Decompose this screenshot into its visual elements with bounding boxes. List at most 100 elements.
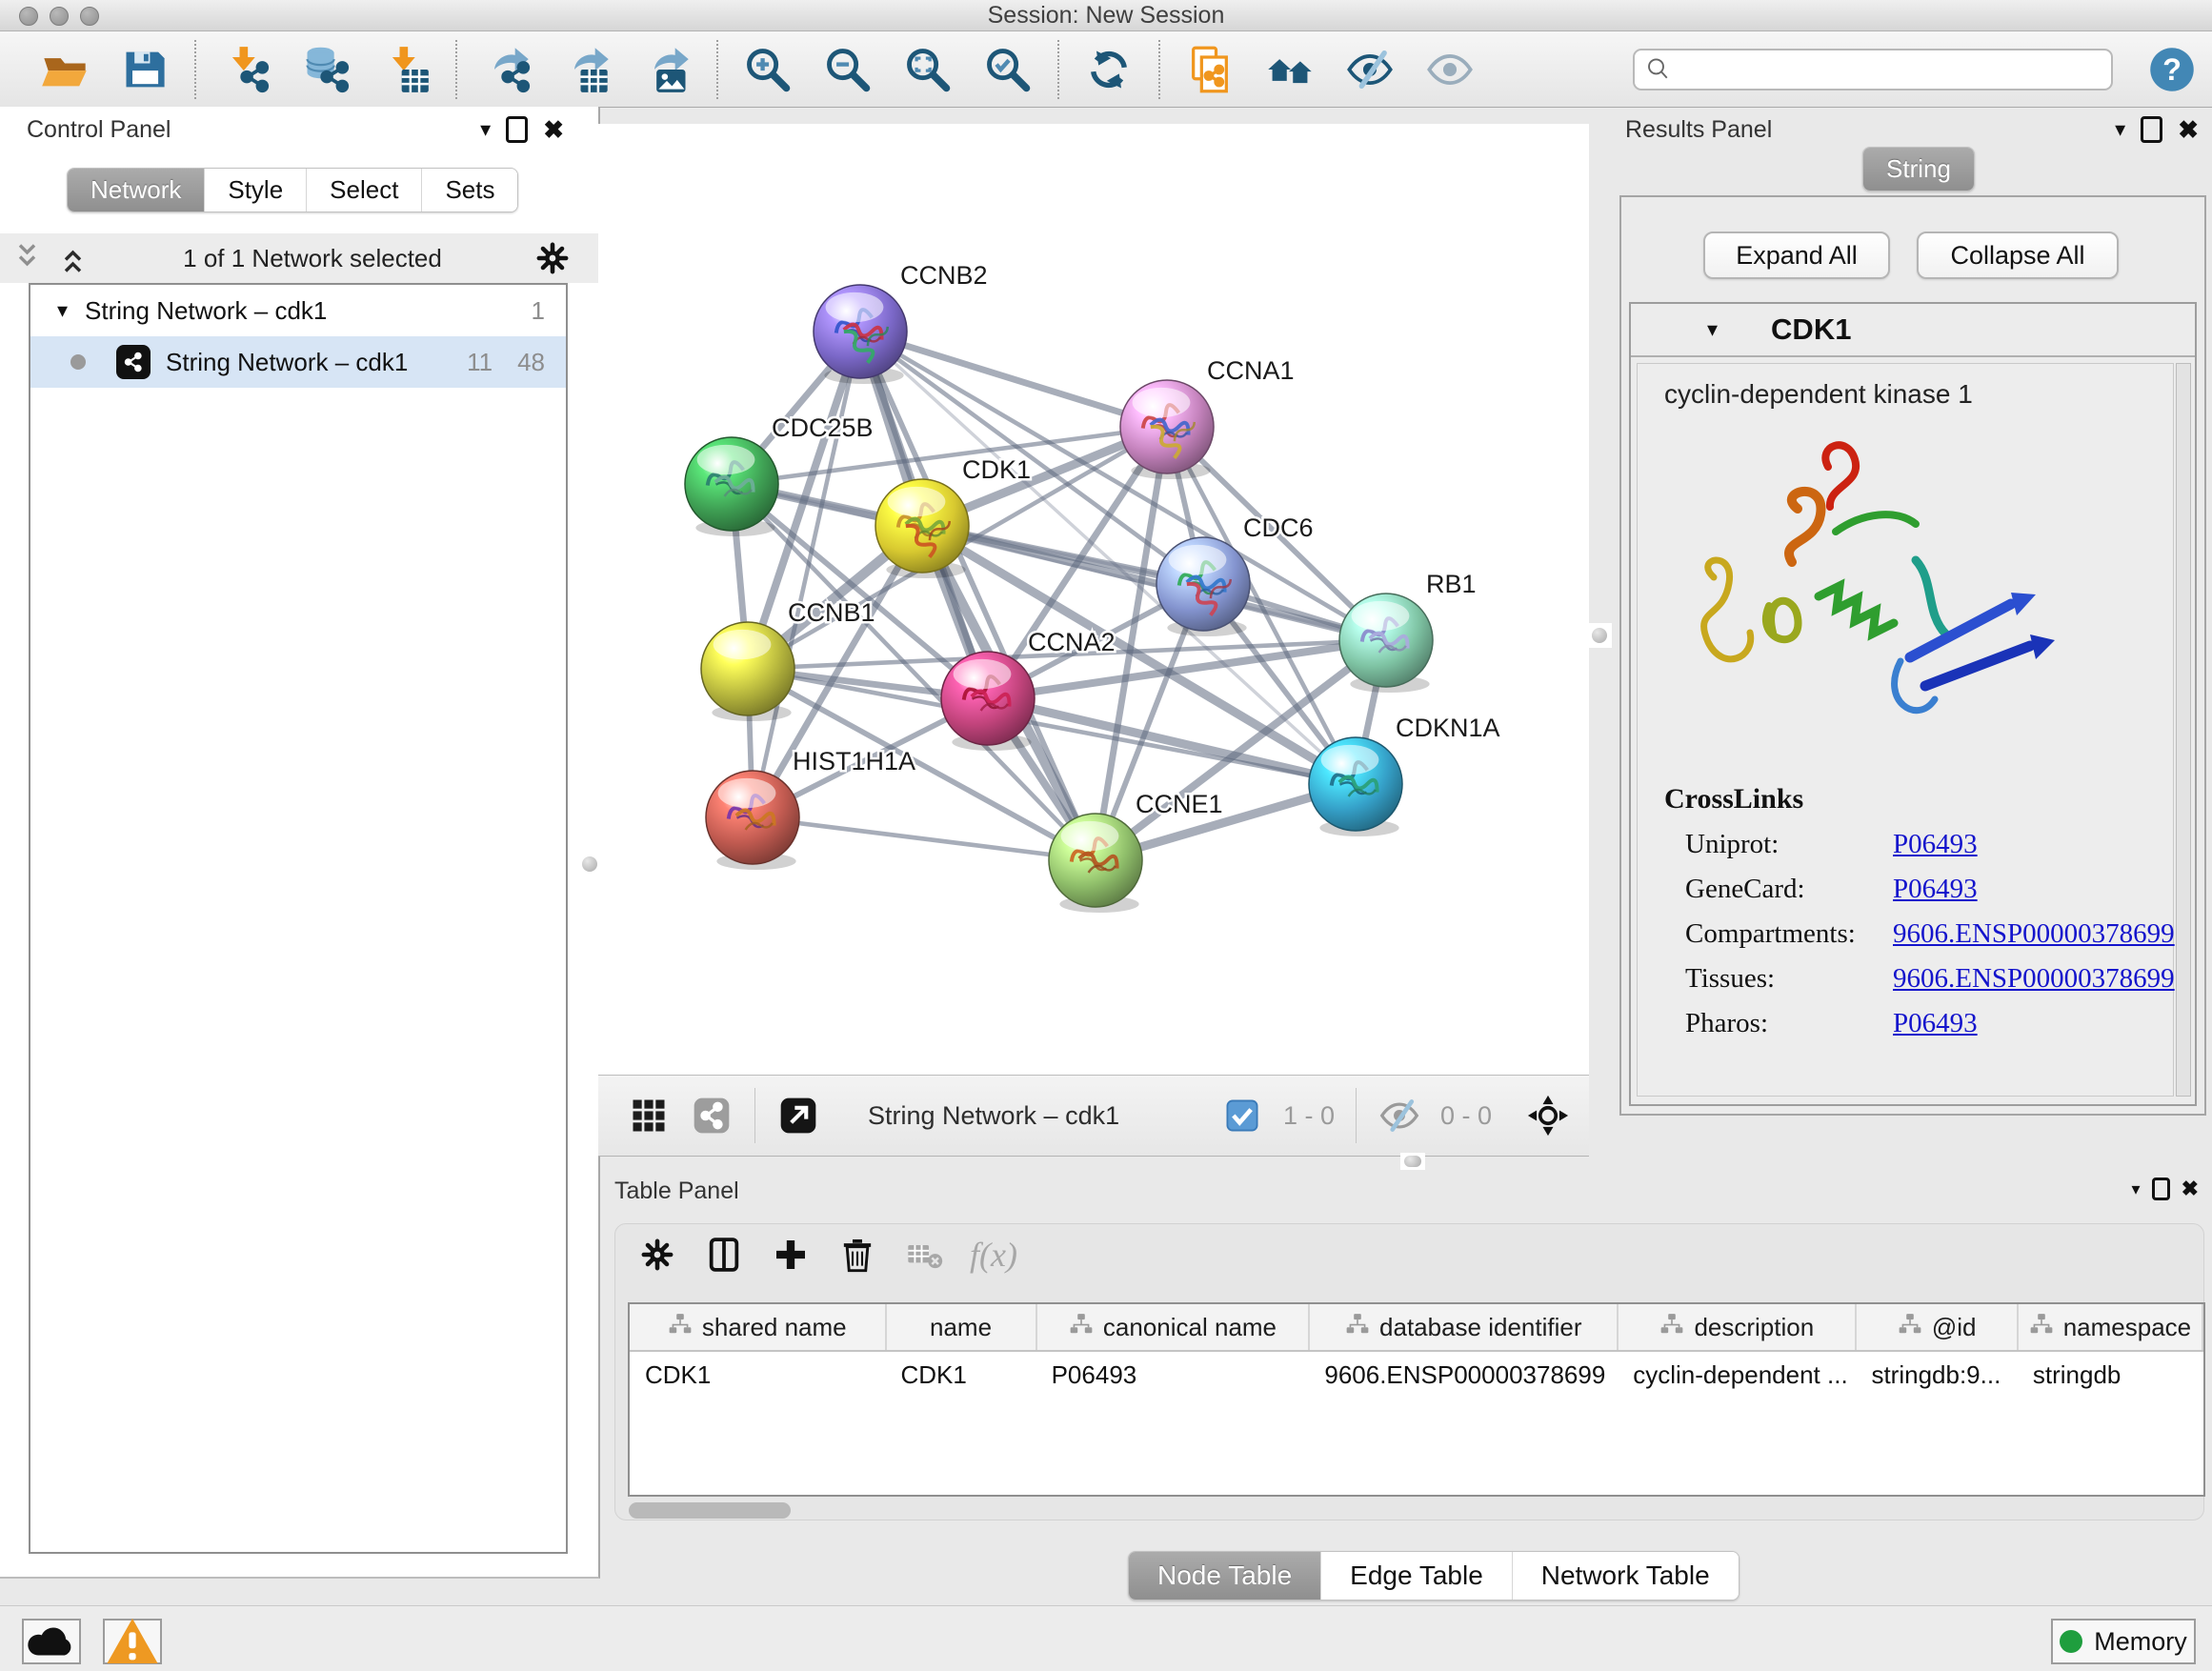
crosslink-tissues[interactable]: 9606.ENSP00000378699 — [1893, 963, 2175, 995]
tab-edge-table[interactable]: Edge Table — [1321, 1552, 1513, 1600]
help-icon[interactable]: ? — [2145, 43, 2199, 96]
crosslink-genecard[interactable]: P06493 — [1893, 874, 1978, 905]
warnings-button[interactable] — [103, 1619, 162, 1664]
cloud-status-button[interactable] — [22, 1619, 81, 1664]
network-node-CCNB1[interactable] — [701, 622, 794, 721]
left-splitter-handle[interactable] — [577, 852, 602, 876]
save-session-icon[interactable] — [118, 43, 171, 96]
panel-menu-icon[interactable]: ▾ — [480, 119, 491, 140]
float-panel-icon[interactable] — [2141, 116, 2162, 143]
crosslink-uniprot[interactable]: P06493 — [1893, 829, 1978, 860]
network-edge[interactable] — [753, 817, 1096, 860]
table-cell[interactable]: P06493 — [1036, 1351, 1310, 1399]
panel-menu-icon[interactable]: ▾ — [2132, 1180, 2141, 1198]
network-node-CCNA1[interactable] — [1120, 380, 1214, 479]
tab-network[interactable]: Network — [68, 169, 205, 211]
first-neighbors-icon[interactable] — [1263, 43, 1317, 96]
tab-select[interactable]: Select — [307, 169, 422, 211]
network-node-HIST1H1A[interactable] — [706, 771, 799, 870]
network-options-gear-icon[interactable] — [533, 239, 572, 277]
show-all-icon[interactable] — [1423, 43, 1477, 96]
column-header-name[interactable]: name — [886, 1304, 1036, 1351]
close-panel-icon[interactable]: ✖ — [2182, 1178, 2199, 1199]
import-network-icon[interactable] — [219, 43, 272, 96]
column-header-id[interactable]: @id — [1856, 1304, 2017, 1351]
annotation-copy-icon[interactable] — [1183, 43, 1237, 96]
zoom-out-icon[interactable] — [821, 43, 875, 96]
column-header-description[interactable]: description — [1618, 1304, 1856, 1351]
selected-checkbox-icon[interactable] — [1220, 1094, 1264, 1137]
column-header-namespace[interactable]: namespace — [2018, 1304, 2202, 1351]
fit-content-crosshair-icon[interactable] — [1526, 1094, 1570, 1137]
node-table[interactable]: shared namenamecanonical namedatabase id… — [628, 1302, 2205, 1497]
column-header-shared-name[interactable]: shared name — [630, 1304, 886, 1351]
tab-string[interactable]: String — [1863, 148, 1974, 191]
grid-view-icon[interactable] — [627, 1094, 671, 1137]
close-panel-icon[interactable]: ✖ — [543, 117, 564, 142]
delete-column-icon[interactable] — [836, 1234, 878, 1276]
collapse-all-networks-icon[interactable] — [11, 241, 46, 275]
tab-sets[interactable]: Sets — [422, 169, 517, 211]
export-network-icon[interactable] — [480, 43, 533, 96]
panel-menu-icon[interactable]: ▾ — [2115, 119, 2125, 140]
birdseye-view-icon[interactable] — [690, 1094, 734, 1137]
table-cell[interactable]: stringdb — [2018, 1351, 2202, 1399]
network-edge[interactable] — [860, 332, 1096, 860]
network-collection-row[interactable]: ▾ String Network – cdk1 1 — [30, 285, 566, 336]
network-node-RB1[interactable] — [1339, 594, 1433, 693]
table-row[interactable]: CDK1CDK1P064939606.ENSP00000378699cyclin… — [630, 1351, 2202, 1399]
collapse-entry-icon[interactable]: ▾ — [1707, 319, 1718, 340]
table-cell[interactable]: cyclin-dependent ... — [1618, 1351, 1856, 1399]
table-cell[interactable]: 9606.ENSP00000378699 — [1309, 1351, 1618, 1399]
open-session-icon[interactable] — [38, 43, 91, 96]
zoom-in-icon[interactable] — [741, 43, 794, 96]
detach-view-icon[interactable] — [776, 1094, 820, 1137]
network-node-CDC6[interactable] — [1156, 537, 1250, 636]
control-panel-title: Control Panel — [27, 116, 171, 144]
table-options-gear-icon[interactable] — [636, 1234, 678, 1276]
network-node-CCNA2[interactable] — [941, 652, 1035, 751]
results-scrollbar[interactable] — [2176, 363, 2191, 1097]
crosslink-compartments[interactable]: 9606.ENSP00000378699 — [1893, 918, 2175, 950]
table-cell[interactable]: CDK1 — [630, 1351, 886, 1399]
column-type-icon — [1898, 1312, 1922, 1343]
tab-node-table[interactable]: Node Table — [1129, 1552, 1321, 1600]
show-columns-icon[interactable] — [703, 1234, 745, 1276]
import-table-icon[interactable] — [379, 43, 432, 96]
right-splitter-handle[interactable] — [1587, 623, 1612, 648]
refresh-icon[interactable] — [1082, 43, 1136, 96]
zoom-selected-icon[interactable] — [981, 43, 1035, 96]
export-table-icon[interactable] — [560, 43, 613, 96]
column-header-canonical-name[interactable]: canonical name — [1036, 1304, 1310, 1351]
hide-selected-icon[interactable] — [1343, 43, 1397, 96]
tab-network-table[interactable]: Network Table — [1513, 1552, 1739, 1600]
network-node-CDKN1A[interactable] — [1309, 737, 1402, 836]
float-panel-icon[interactable] — [2152, 1178, 2170, 1200]
column-header-database-identifier[interactable]: database identifier — [1309, 1304, 1618, 1351]
expand-all-networks-icon[interactable] — [57, 241, 91, 275]
float-panel-icon[interactable] — [506, 116, 528, 143]
table-cell[interactable]: CDK1 — [886, 1351, 1036, 1399]
network-node-CCNE1[interactable] — [1049, 814, 1142, 913]
tab-style[interactable]: Style — [205, 169, 307, 211]
export-image-icon[interactable] — [640, 43, 694, 96]
network-node-CDK1[interactable] — [875, 479, 969, 578]
network-canvas[interactable]: CCNB2CCNA1CDC25BCDK1CDC6RB1CCNB1CCNA2CDK… — [598, 124, 1589, 1075]
zoom-fit-icon[interactable] — [901, 43, 955, 96]
node-details-header[interactable]: ▾ CDK1 — [1631, 304, 2195, 357]
bottom-splitter-handle[interactable] — [1400, 1153, 1425, 1170]
search-input[interactable] — [1673, 52, 2111, 87]
collection-expand-icon[interactable]: ▾ — [57, 300, 68, 321]
add-column-icon[interactable] — [770, 1234, 812, 1276]
network-node-CDC25B[interactable] — [685, 437, 778, 536]
table-hscrollbar-thumb[interactable] — [629, 1502, 791, 1519]
import-network-from-database-icon[interactable] — [299, 43, 352, 96]
close-panel-icon[interactable]: ✖ — [2178, 117, 2199, 142]
network-row[interactable]: String Network – cdk1 11 48 — [30, 336, 566, 388]
crosslink-pharos[interactable]: P06493 — [1893, 1008, 1978, 1039]
memory-button[interactable]: Memory — [2051, 1619, 2196, 1664]
network-edge[interactable] — [860, 332, 1167, 427]
collapse-all-button[interactable]: Collapse All — [1917, 232, 2119, 279]
table-cell[interactable]: stringdb:9... — [1856, 1351, 2017, 1399]
expand-all-button[interactable]: Expand All — [1703, 232, 1890, 279]
